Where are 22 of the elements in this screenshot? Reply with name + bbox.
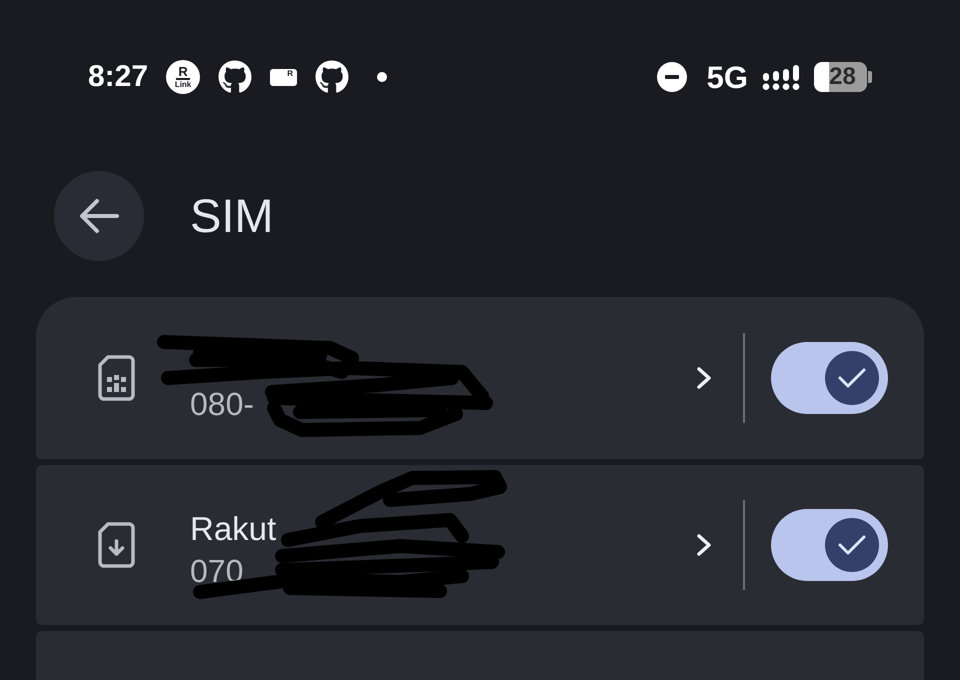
check-icon (837, 534, 867, 556)
arrow-left-icon (79, 198, 119, 234)
chevron-right-icon (697, 367, 711, 389)
cat-logo-icon (218, 60, 252, 94)
cat-logo-icon (315, 60, 350, 94)
chevron-right-icon (697, 534, 711, 556)
sim-name: Rakut (190, 509, 278, 549)
sim-download-icon (98, 522, 135, 568)
chat-app-icon: R Link (166, 60, 200, 94)
battery-indicator: 28 (814, 62, 872, 92)
card-icon: R (270, 68, 298, 86)
notification-dot-icon (377, 72, 388, 82)
signal-icon (762, 64, 800, 90)
phone-number: 070 (190, 552, 244, 591)
phone-number: 080- (190, 385, 256, 424)
sim-row[interactable]: Rakut 070 (36, 465, 924, 625)
check-icon (837, 367, 867, 389)
clock-time: 8:27 (88, 62, 148, 92)
sim-card-icon (98, 355, 135, 401)
sim-row[interactable]: 080- (36, 297, 924, 459)
page-title: SIM (190, 188, 274, 244)
network-type: 5G (706, 62, 748, 92)
